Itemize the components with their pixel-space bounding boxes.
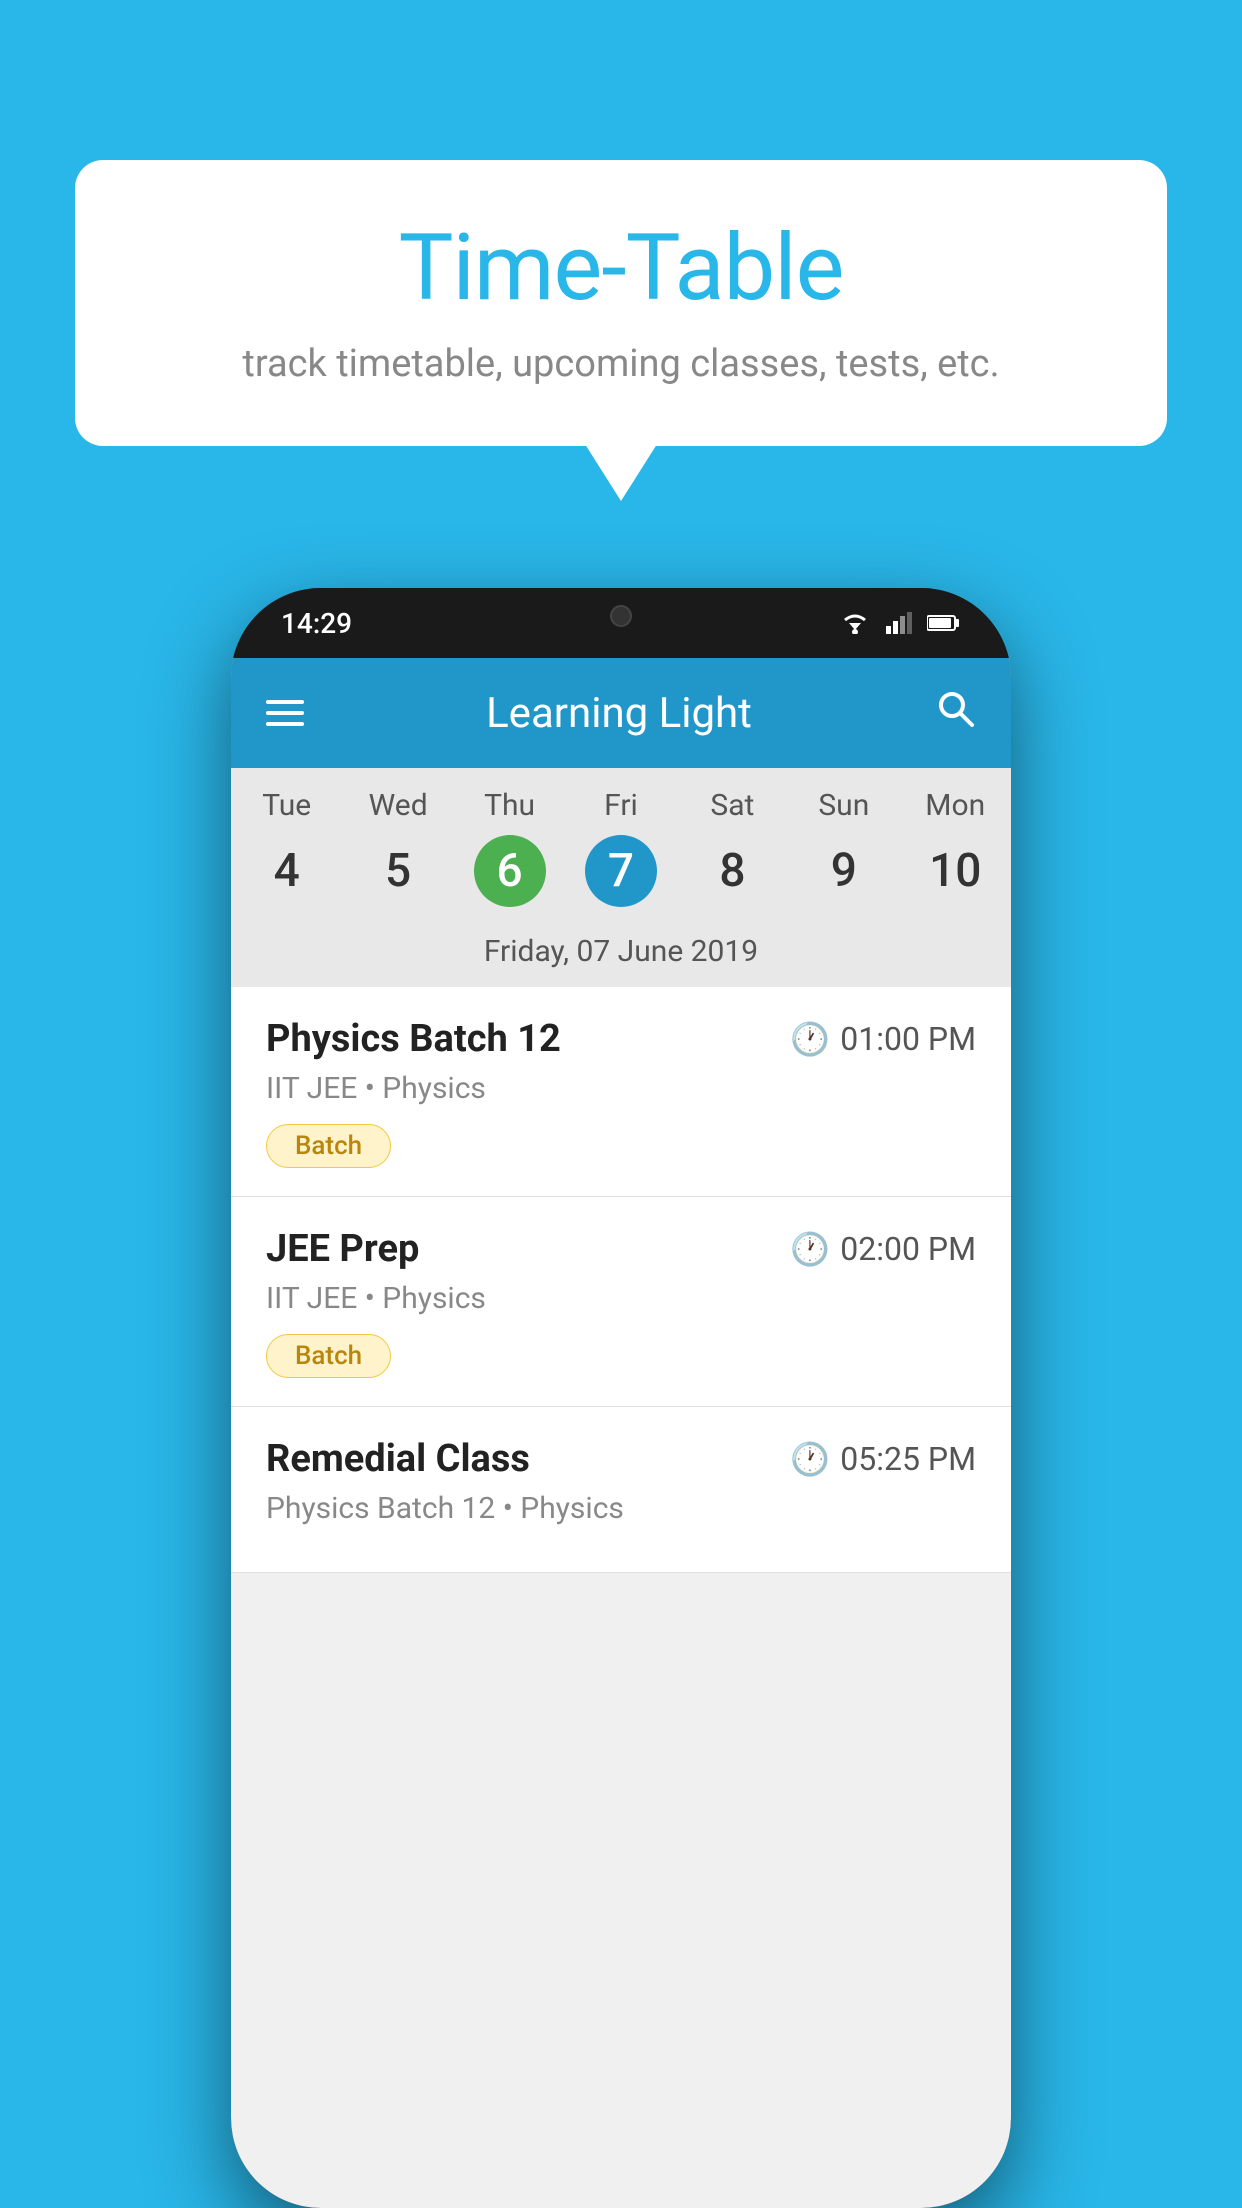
bubble-title: Time-Table	[135, 215, 1107, 322]
day-number: 7	[585, 835, 657, 907]
phone-frame: 14:29	[231, 588, 1011, 2208]
schedule-item[interactable]: JEE Prep 🕐 02:00 PM IIT JEE • Physics Batch	[231, 1197, 1011, 1407]
hamburger-line	[266, 700, 304, 704]
schedule-title: Remedial Class	[266, 1437, 530, 1481]
status-icons	[839, 612, 961, 634]
phone-screen: Learning Light Tue 4 Wed 5 Thu 6 Fri 7 Sat 8 Sun 9M…	[231, 658, 1011, 2208]
schedule-subject: Physics Batch 12 • Physics	[266, 1491, 976, 1526]
speech-bubble: Time-Table track timetable, upcoming cla…	[75, 160, 1167, 446]
calendar-strip: Tue 4 Wed 5 Thu 6 Fri 7 Sat 8 Sun 9 Mon 10 Friday, 07…	[231, 768, 1011, 987]
day-column-sat[interactable]: Sat 8	[677, 788, 788, 922]
schedule-subject: IIT JEE • Physics	[266, 1071, 976, 1106]
clock-icon: 🕐	[790, 1020, 830, 1058]
day-number: 8	[696, 835, 768, 907]
day-number: 9	[808, 835, 880, 907]
wifi-icon	[839, 612, 871, 634]
batch-badge: Batch	[266, 1334, 391, 1378]
schedule-time: 🕐 05:25 PM	[790, 1440, 976, 1478]
app-title: Learning Light	[486, 689, 752, 738]
schedule-subject: IIT JEE • Physics	[266, 1281, 976, 1316]
hamburger-menu[interactable]	[266, 700, 304, 726]
status-bar: 14:29	[231, 588, 1011, 658]
day-column-tue[interactable]: Tue 4	[231, 788, 342, 922]
day-number: 10	[919, 835, 991, 907]
schedule-list: Physics Batch 12 🕐 01:00 PM IIT JEE • Phys…	[231, 987, 1011, 1573]
schedule-item[interactable]: Remedial Class 🕐 05:25 PM Physics Batch 12…	[231, 1407, 1011, 1573]
day-column-thu[interactable]: Thu 6	[454, 788, 565, 922]
day-column-wed[interactable]: Wed 5	[342, 788, 453, 922]
hamburger-line	[266, 722, 304, 726]
day-name: Fri	[565, 788, 676, 823]
selected-date-label: Friday, 07 June 2019	[231, 922, 1011, 987]
day-column-mon[interactable]: Mon 10	[900, 788, 1011, 922]
phone-notch	[511, 588, 731, 643]
day-name: Tue	[231, 788, 342, 823]
schedule-item-header: JEE Prep 🕐 02:00 PM	[266, 1227, 976, 1271]
batch-badge: Batch	[266, 1124, 391, 1168]
day-name: Thu	[454, 788, 565, 823]
schedule-item-header: Remedial Class 🕐 05:25 PM	[266, 1437, 976, 1481]
hamburger-line	[266, 711, 304, 715]
signal-icon	[886, 612, 912, 634]
schedule-title: Physics Batch 12	[266, 1017, 561, 1061]
day-name: Wed	[342, 788, 453, 823]
bubble-subtitle: track timetable, upcoming classes, tests…	[135, 342, 1107, 386]
day-number: 4	[251, 835, 323, 907]
day-number: 6	[474, 835, 546, 907]
clock-icon: 🕐	[790, 1230, 830, 1268]
clock-icon: 🕐	[790, 1440, 830, 1478]
search-button[interactable]	[934, 687, 976, 740]
day-name: Mon	[900, 788, 1011, 823]
day-number: 5	[362, 835, 434, 907]
schedule-time: 🕐 02:00 PM	[790, 1230, 976, 1268]
day-name: Sat	[677, 788, 788, 823]
app-header: Learning Light	[231, 658, 1011, 768]
day-headers: Tue 4 Wed 5 Thu 6 Fri 7 Sat 8 Sun 9 Mon 10	[231, 768, 1011, 922]
search-icon	[934, 687, 976, 729]
front-camera	[610, 605, 632, 627]
schedule-time: 🕐 01:00 PM	[790, 1020, 976, 1058]
day-column-fri[interactable]: Fri 7	[565, 788, 676, 922]
battery-icon	[927, 614, 961, 632]
day-name: Sun	[788, 788, 899, 823]
schedule-item[interactable]: Physics Batch 12 🕐 01:00 PM IIT JEE • Phys…	[231, 987, 1011, 1197]
status-time: 14:29	[281, 607, 352, 640]
schedule-item-header: Physics Batch 12 🕐 01:00 PM	[266, 1017, 976, 1061]
day-column-sun[interactable]: Sun 9	[788, 788, 899, 922]
schedule-title: JEE Prep	[266, 1227, 419, 1271]
